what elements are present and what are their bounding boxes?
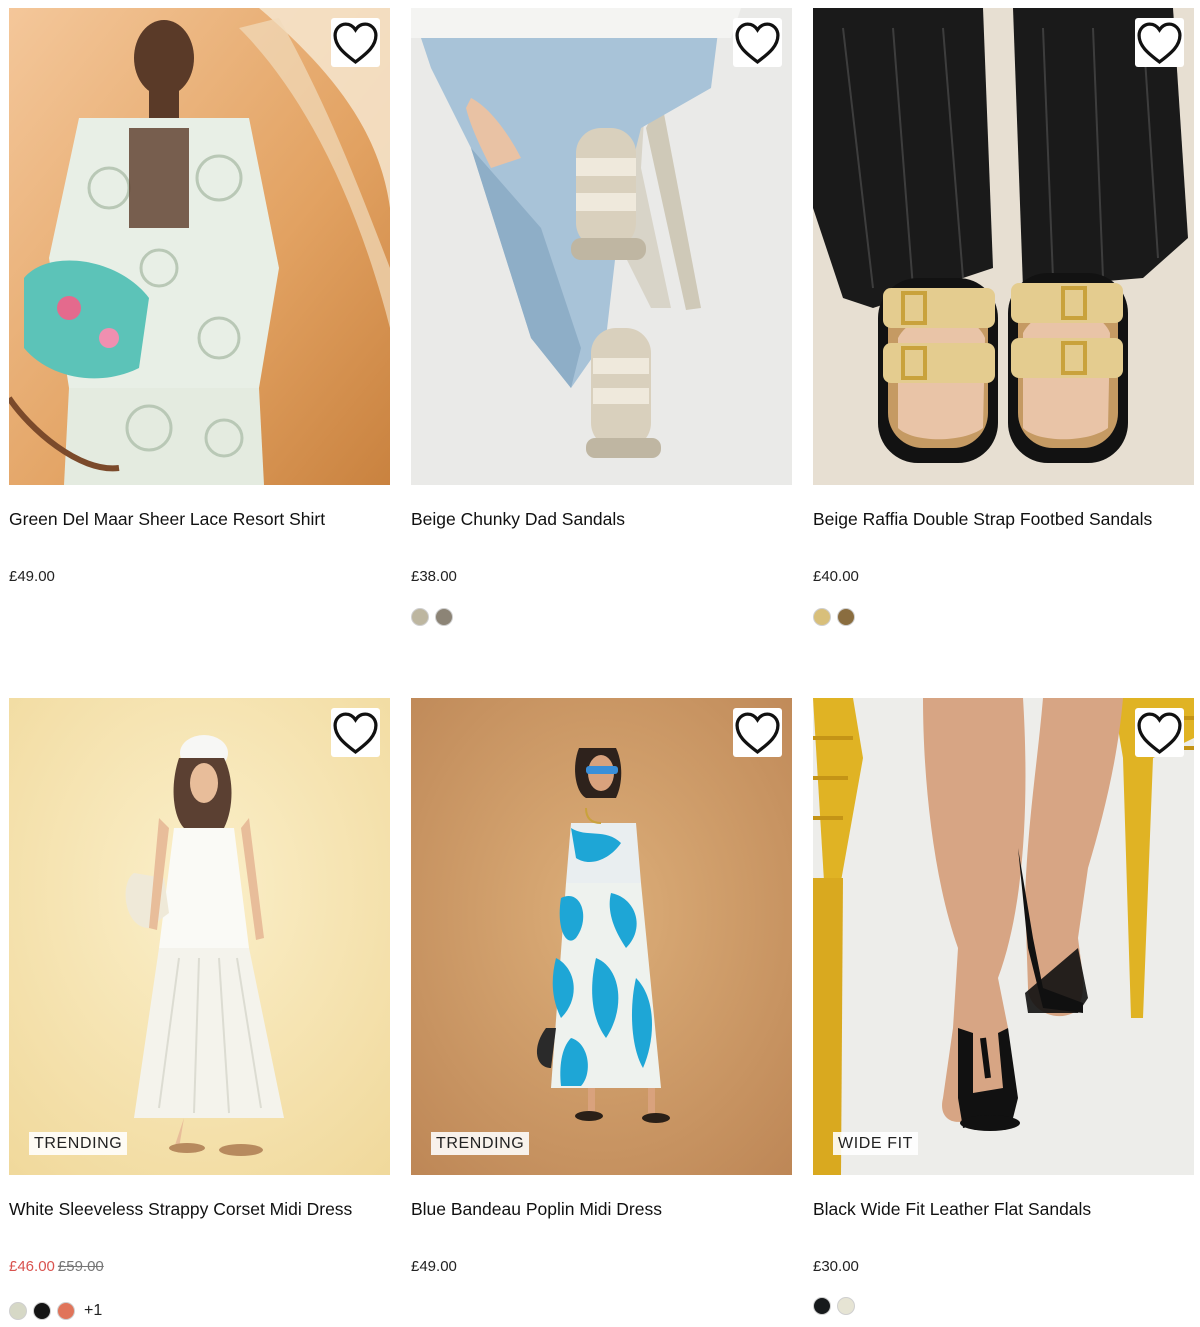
product-name[interactable]: Beige Raffia Double Strap Footbed Sandal… <box>813 508 1194 530</box>
colour-swatches <box>411 607 792 626</box>
heart-outline-icon <box>735 712 780 754</box>
wishlist-button[interactable] <box>733 18 782 67</box>
colour-swatches: +1 <box>9 1301 390 1320</box>
price-value: £49.00 <box>9 568 55 585</box>
product-photo <box>9 698 390 1175</box>
product-photo <box>9 8 390 485</box>
product-image[interactable] <box>813 8 1194 485</box>
product-price: £30.00 <box>813 1258 1194 1276</box>
colour-swatches <box>813 607 1194 626</box>
colour-swatch[interactable] <box>837 607 855 626</box>
product-name[interactable]: Blue Bandeau Poplin Midi Dress <box>411 1198 792 1220</box>
product-price: £49.00 <box>9 568 390 586</box>
product-price: £49.00 <box>411 1258 792 1276</box>
wishlist-button[interactable] <box>331 708 380 757</box>
product-card[interactable]: Green Del Maar Sheer Lace Resort Shirt £… <box>9 8 390 698</box>
product-photo <box>813 698 1194 1175</box>
product-photo <box>411 8 792 485</box>
product-price: £40.00 <box>813 568 1194 586</box>
heart-outline-icon <box>1137 22 1182 64</box>
product-card[interactable]: TRENDING Blue Bandeau Poplin Midi Dress … <box>411 698 792 1327</box>
sale-price: £46.00 <box>9 1258 55 1275</box>
product-name[interactable]: Beige Chunky Dad Sandals <box>411 508 792 530</box>
colour-swatch[interactable] <box>813 607 831 626</box>
product-name[interactable]: White Sleeveless Strappy Corset Midi Dre… <box>9 1198 390 1220</box>
was-price: £59.00 <box>57 1258 104 1275</box>
price-value: £30.00 <box>813 1258 859 1275</box>
product-grid: Green Del Maar Sheer Lace Resort Shirt £… <box>9 8 1194 1327</box>
wishlist-button[interactable] <box>1135 18 1184 67</box>
product-price: £38.00 <box>411 568 792 586</box>
colour-swatch[interactable] <box>813 1296 831 1315</box>
price-value: £40.00 <box>813 568 859 585</box>
product-photo <box>411 698 792 1175</box>
product-image[interactable]: TRENDING <box>411 698 792 1175</box>
heart-outline-icon <box>1137 712 1182 754</box>
product-image[interactable]: TRENDING <box>9 698 390 1175</box>
product-image[interactable]: WIDE FIT <box>813 698 1194 1175</box>
wishlist-button[interactable] <box>733 708 782 757</box>
product-card[interactable]: Beige Chunky Dad Sandals £38.00 <box>411 8 792 698</box>
product-price: £46.00 £59.00 <box>9 1258 390 1276</box>
wishlist-button[interactable] <box>1135 708 1184 757</box>
heart-outline-icon <box>735 22 780 64</box>
colour-swatch[interactable] <box>411 607 429 626</box>
product-image[interactable] <box>411 8 792 485</box>
more-colours-count[interactable]: +1 <box>84 1302 102 1320</box>
colour-swatch[interactable] <box>33 1301 51 1320</box>
wishlist-button[interactable] <box>331 18 380 67</box>
colour-swatch[interactable] <box>9 1301 27 1320</box>
heart-outline-icon <box>333 712 378 754</box>
product-photo <box>813 8 1194 485</box>
product-card[interactable]: Beige Raffia Double Strap Footbed Sandal… <box>813 8 1194 698</box>
product-badge: TRENDING <box>431 1132 530 1155</box>
colour-swatches <box>813 1296 1194 1315</box>
product-name[interactable]: Green Del Maar Sheer Lace Resort Shirt <box>9 508 390 530</box>
product-badge: TRENDING <box>29 1132 128 1155</box>
price-value: £49.00 <box>411 1258 457 1275</box>
product-image[interactable] <box>9 8 390 485</box>
heart-outline-icon <box>333 22 378 64</box>
product-name[interactable]: Black Wide Fit Leather Flat Sandals <box>813 1198 1194 1220</box>
colour-swatch[interactable] <box>435 607 453 626</box>
product-badge: WIDE FIT <box>833 1132 919 1155</box>
colour-swatch[interactable] <box>837 1296 855 1315</box>
colour-swatch[interactable] <box>57 1301 75 1320</box>
product-card[interactable]: WIDE FIT Black Wide Fit Leather Flat San… <box>813 698 1194 1327</box>
price-value: £38.00 <box>411 568 457 585</box>
product-card[interactable]: TRENDING White Sleeveless Strappy Corset… <box>9 698 390 1327</box>
